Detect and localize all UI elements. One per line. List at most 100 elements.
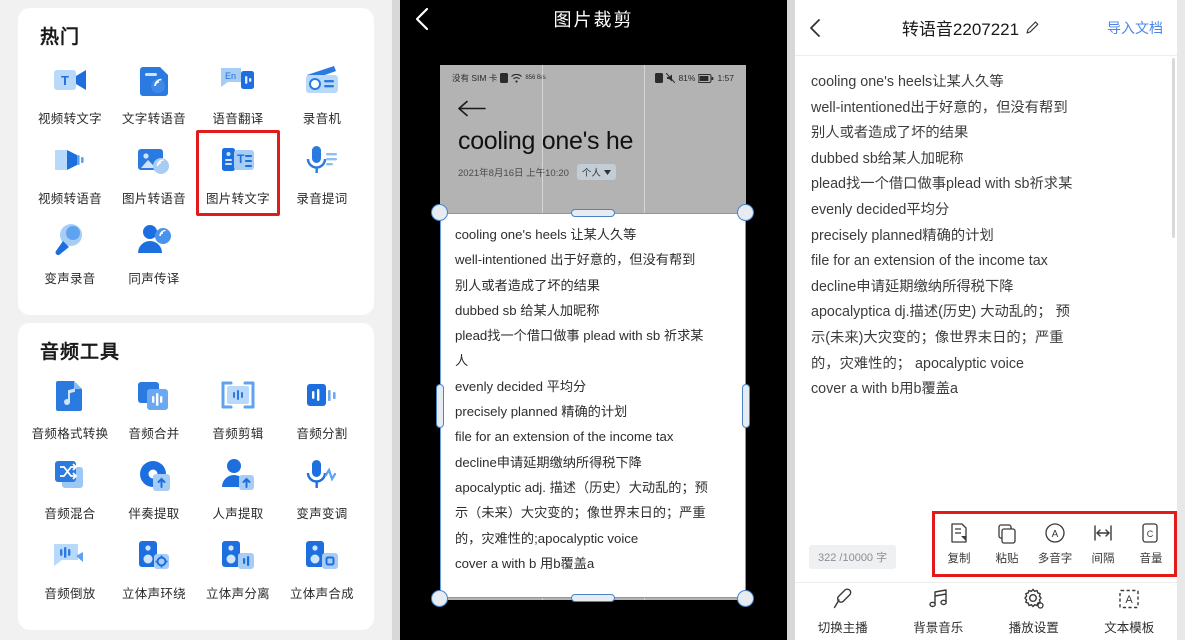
- tool-label: 人声提取: [212, 507, 264, 521]
- image-to-text-icon: T: [217, 139, 259, 181]
- rename-button[interactable]: [1025, 20, 1040, 35]
- clock-label: 1:57: [717, 73, 734, 83]
- toolbar-label: 复制: [947, 553, 971, 565]
- note-back-button[interactable]: [440, 86, 746, 117]
- voice-change-record-icon: [49, 219, 91, 261]
- note-category-tag[interactable]: 个人: [576, 164, 616, 180]
- tool-label: 伴奏提取: [128, 507, 180, 521]
- toolbar-spacing-button[interactable]: 间隔: [1079, 522, 1127, 566]
- tool-simultaneous-interpretation[interactable]: 同声传译: [112, 219, 196, 287]
- recording-prompter-icon: [301, 139, 343, 181]
- tab-label: 背景音乐: [913, 621, 964, 635]
- tool-stereo-surround[interactable]: 立体声环绕: [112, 534, 196, 602]
- crop-handle-middle-right[interactable]: [742, 384, 750, 428]
- tool-audio-split[interactable]: 音频分割: [280, 374, 364, 442]
- app-screenshot: 热门 T 视频转文字 文字转语音 En 语音翻译 录音机 视频转语音 图片转语音…: [0, 0, 1185, 640]
- tools-panel: 热门 T 视频转文字 文字转语音 En 语音翻译 录音机 视频转语音 图片转语音…: [0, 0, 392, 640]
- content-scrollbar[interactable]: [1172, 58, 1175, 238]
- audio-mix-icon: [49, 454, 91, 496]
- tool-label: 立体声环绕: [121, 587, 186, 601]
- chevron-down-icon: [603, 169, 611, 175]
- crop-line: 示（未来）大灾变的；像世界末日的；严重: [455, 505, 706, 521]
- crop-handle-top-right[interactable]: [737, 204, 754, 221]
- audio-format-convert-icon: [49, 374, 91, 416]
- tool-vocal-extract[interactable]: 人声提取: [196, 454, 280, 522]
- tool-stereo-synthesis[interactable]: 立体声合成: [280, 534, 364, 602]
- tool-pitch-change[interactable]: 变声变调: [280, 454, 364, 522]
- crop-line: file for an extension of the income tax: [455, 429, 674, 445]
- toolbar-paste-button[interactable]: 粘贴: [983, 522, 1031, 566]
- tool-audio-reverse[interactable]: 音频倒放: [28, 534, 112, 602]
- tool-label: 音频格式转换: [31, 427, 109, 441]
- audio-reverse-icon: [49, 534, 91, 576]
- back-button[interactable]: [809, 18, 835, 38]
- tool-recording-prompter[interactable]: 录音提词: [280, 139, 364, 207]
- tool-audio-mix[interactable]: 音频混合: [28, 454, 112, 522]
- phone-status-bar: 没有 SIM 卡 856 B/s 81% 1:57: [440, 65, 746, 86]
- tool-video-to-speech[interactable]: 视频转语音: [28, 139, 112, 207]
- tab-switch-anchor[interactable]: 切换主播: [818, 587, 868, 636]
- editor-header: 转语音2207221 导入文档: [795, 0, 1177, 56]
- content-line: apocalyptica dj.描述(历史) 大动乱的； 预: [811, 304, 1070, 321]
- tool-video-to-text[interactable]: T 视频转文字: [28, 59, 112, 127]
- tool-label: 音频分割: [296, 427, 348, 441]
- microphone-icon: [833, 588, 852, 609]
- tool-stereo-separate[interactable]: 立体声分离: [196, 534, 280, 602]
- tool-audio-format-convert[interactable]: 音频格式转换: [28, 374, 112, 442]
- crop-selection[interactable]: cooling one's heels 让某人久等 well-intention…: [440, 213, 746, 598]
- text-template-icon: A: [1119, 589, 1139, 609]
- svg-text:A: A: [1052, 529, 1059, 540]
- video-to-speech-icon: [49, 139, 91, 181]
- tool-accompaniment-extract[interactable]: 伴奏提取: [112, 454, 196, 522]
- tool-audio-clip[interactable]: 音频剪辑: [196, 374, 280, 442]
- tool-label: 变声变调: [296, 507, 348, 521]
- tool-label: 音频混合: [44, 507, 96, 521]
- pencil-icon: [1026, 21, 1039, 34]
- crop-handle-top-left[interactable]: [431, 204, 448, 221]
- crop-handle-bottom-right[interactable]: [737, 590, 754, 607]
- audio-clip-icon: [217, 374, 259, 416]
- tab-playback-settings[interactable]: 播放设置: [1009, 587, 1059, 636]
- back-button[interactable]: [414, 6, 430, 32]
- content-line: well-intentioned出于好意的，但没有帮到: [811, 99, 1068, 116]
- bottom-tabbar: 切换主播 背景音乐 播放设置 A 文本模板: [795, 582, 1177, 640]
- battery-label: 81%: [678, 73, 696, 83]
- svg-text:T: T: [61, 73, 69, 88]
- crop-handle-top-center[interactable]: [571, 209, 615, 217]
- tool-label: 立体声分离: [205, 587, 270, 601]
- tool-voice-translate[interactable]: En 语音翻译: [196, 59, 280, 127]
- tool-audio-merge[interactable]: 音频合并: [112, 374, 196, 442]
- character-counter: 322 /10000 字: [809, 545, 897, 569]
- tool-text-to-speech[interactable]: 文字转语音: [112, 59, 196, 127]
- copy-doc-icon: [951, 523, 967, 543]
- toolbar-copy-button[interactable]: 复制: [935, 522, 983, 566]
- status-left: 没有 SIM 卡 856 B/s: [452, 72, 546, 84]
- tool-image-to-text[interactable]: T 图片转文字: [196, 130, 280, 216]
- document-title: 转语音2207221: [901, 20, 1020, 39]
- grid-spacer: [280, 219, 364, 299]
- crop-line: cover a with b 用b覆盖a: [455, 555, 595, 571]
- crop-handle-bottom-center[interactable]: [571, 594, 615, 602]
- hot-tools-card: 热门 T 视频转文字 文字转语音 En 语音翻译 录音机 视频转语音 图片转语音…: [18, 8, 374, 315]
- tab-text-template[interactable]: A 文本模板: [1104, 587, 1154, 636]
- crop-handle-middle-left[interactable]: [436, 384, 444, 428]
- tts-editor-panel: 转语音2207221 导入文档 cooling one's heels让某人久等…: [787, 0, 1177, 640]
- import-document-button[interactable]: 导入文档: [1107, 18, 1163, 38]
- svg-text:En: En: [225, 71, 236, 81]
- tool-image-to-speech[interactable]: 图片转语音: [112, 139, 196, 207]
- crop-line: apocalyptic adj. 描述（历史）大动乱的；预: [455, 479, 708, 495]
- toolbar-volume-button[interactable]: C 音量: [1127, 522, 1174, 566]
- content-line: 别人或者造成了坏的结果: [811, 125, 969, 142]
- tool-label: 立体声合成: [289, 587, 354, 601]
- tool-voice-change-record[interactable]: 变声录音: [28, 219, 112, 287]
- toolbar-polyphone-button[interactable]: A 多音字: [1031, 522, 1079, 566]
- note-date: 2021年8月16日 上午10:20: [458, 168, 569, 179]
- tool-label: 视频转语音: [37, 192, 102, 206]
- editor-content[interactable]: cooling one's heels让某人久等 well-intentione…: [795, 56, 1177, 403]
- tab-background-music[interactable]: 背景音乐: [913, 587, 963, 636]
- spacing-icon: [1094, 525, 1112, 541]
- tool-label: 视频转文字: [37, 112, 102, 126]
- tool-recorder[interactable]: 录音机: [280, 59, 364, 127]
- mute-icon: [666, 73, 676, 83]
- crop-handle-bottom-left[interactable]: [431, 590, 448, 607]
